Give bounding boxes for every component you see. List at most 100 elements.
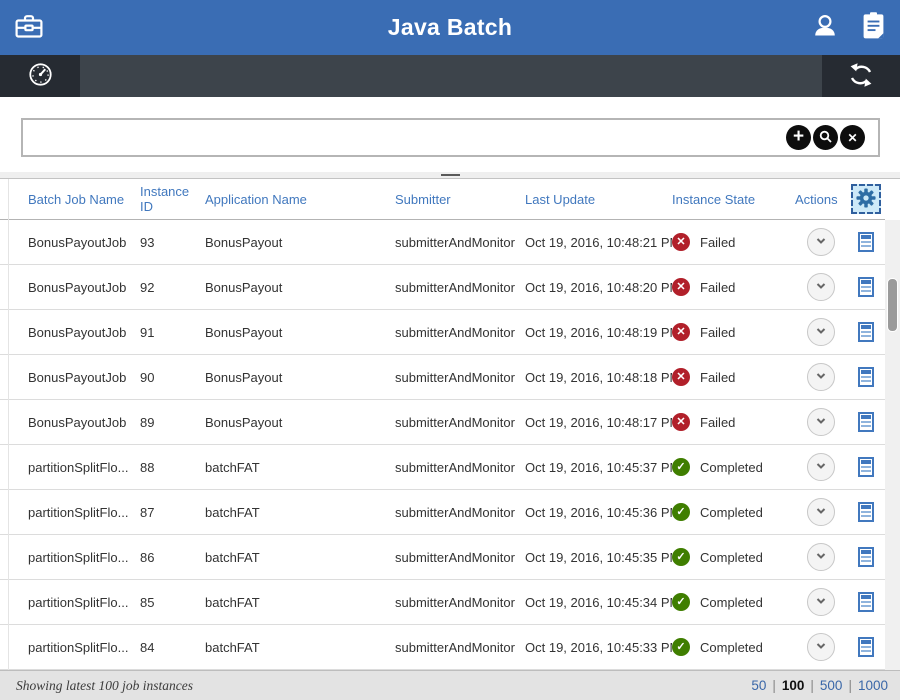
actions-dropdown-button[interactable]	[807, 363, 835, 391]
page-title: Java Batch	[0, 0, 900, 55]
view-log-button[interactable]	[858, 322, 874, 342]
chevron-down-icon	[814, 414, 828, 431]
cell-batch-job-name: partitionSplitFlo...	[0, 505, 140, 520]
scrollbar-track[interactable]	[885, 220, 900, 670]
table-left-border	[8, 179, 9, 670]
column-header-instance-id[interactable]: Instance ID	[140, 184, 205, 214]
table-row: BonusPayoutJob 91 BonusPayout submitterA…	[0, 310, 885, 355]
log-file-icon	[858, 232, 874, 252]
cell-batch-job-name: BonusPayoutJob	[0, 280, 140, 295]
view-log-button[interactable]	[858, 637, 874, 657]
state-icon: ✓	[672, 458, 690, 476]
column-header-instance-state[interactable]: Instance State	[672, 192, 795, 207]
dashboard-tab[interactable]	[0, 55, 80, 97]
cell-submitter: submitterAndMonitor	[395, 235, 525, 250]
refresh-button[interactable]	[822, 55, 900, 97]
actions-dropdown-button[interactable]	[807, 498, 835, 526]
column-header-application-name[interactable]: Application Name	[205, 192, 395, 207]
table-row: BonusPayoutJob 93 BonusPayout submitterA…	[0, 220, 885, 265]
actions-dropdown-button[interactable]	[807, 228, 835, 256]
cell-instance-id: 86	[140, 550, 205, 565]
chevron-down-icon	[814, 279, 828, 296]
actions-dropdown-button[interactable]	[807, 453, 835, 481]
table-header: Batch Job Name Instance ID Application N…	[0, 179, 885, 220]
add-filter-button[interactable]: +	[786, 125, 811, 150]
joblogs-button[interactable]	[860, 11, 887, 44]
cell-instance-id: 88	[140, 460, 205, 475]
cell-instance-state: ✓ Completed	[672, 593, 795, 611]
table-row: partitionSplitFlo... 88 batchFAT submitt…	[0, 445, 885, 490]
cell-batch-job-name: partitionSplitFlo...	[0, 640, 140, 655]
chevron-down-icon	[814, 459, 828, 476]
clear-search-button[interactable]: ✕	[840, 125, 865, 150]
view-log-button[interactable]	[858, 502, 874, 522]
table-settings-button[interactable]	[851, 184, 881, 214]
actions-dropdown-button[interactable]	[807, 588, 835, 616]
search-button[interactable]	[813, 125, 838, 150]
app-header: Java Batch	[0, 0, 900, 55]
status-text: Showing latest 100 job instances	[16, 678, 193, 694]
header-actions	[810, 0, 887, 55]
view-log-button[interactable]	[858, 547, 874, 567]
state-label: Completed	[700, 460, 763, 475]
state-icon: ✕	[672, 278, 690, 296]
cell-instance-state: ✕ Failed	[672, 323, 795, 341]
user-icon	[810, 11, 840, 44]
user-button[interactable]	[810, 11, 840, 44]
state-icon: ✓	[672, 638, 690, 656]
chevron-down-icon	[814, 594, 828, 611]
page-size-100[interactable]: 100	[782, 678, 805, 693]
column-header-submitter[interactable]: Submitter	[395, 192, 525, 207]
cell-submitter: submitterAndMonitor	[395, 640, 525, 655]
close-icon: ✕	[847, 132, 857, 144]
state-label: Completed	[700, 550, 763, 565]
state-icon: ✓	[672, 503, 690, 521]
table-body: BonusPayoutJob 93 BonusPayout submitterA…	[0, 220, 885, 670]
state-label: Failed	[700, 280, 735, 295]
state-icon: ✓	[672, 548, 690, 566]
splitter-handle[interactable]	[0, 172, 900, 179]
cell-application-name: batchFAT	[205, 640, 395, 655]
cell-instance-state: ✓ Completed	[672, 548, 795, 566]
page-size-1000[interactable]: 1000	[858, 678, 888, 693]
column-header-batch-job-name[interactable]: Batch Job Name	[0, 192, 140, 207]
cell-application-name: BonusPayout	[205, 370, 395, 385]
state-label: Completed	[700, 595, 763, 610]
state-label: Failed	[700, 415, 735, 430]
cell-instance-state: ✓ Completed	[672, 458, 795, 476]
table-row: partitionSplitFlo... 84 batchFAT submitt…	[0, 625, 885, 670]
actions-dropdown-button[interactable]	[807, 633, 835, 661]
view-log-button[interactable]	[858, 367, 874, 387]
cell-submitter: submitterAndMonitor	[395, 415, 525, 430]
chevron-down-icon	[814, 504, 828, 521]
column-header-actions[interactable]: Actions	[795, 192, 847, 207]
actions-dropdown-button[interactable]	[807, 273, 835, 301]
view-log-button[interactable]	[858, 232, 874, 252]
cell-instance-id: 87	[140, 505, 205, 520]
log-file-icon	[858, 367, 874, 387]
state-icon: ✕	[672, 233, 690, 251]
search-input[interactable]	[23, 120, 786, 155]
page-size-500[interactable]: 500	[820, 678, 843, 693]
cell-batch-job-name: BonusPayoutJob	[0, 370, 140, 385]
cell-last-update: Oct 19, 2016, 10:45:37 PM	[525, 460, 672, 475]
actions-dropdown-button[interactable]	[807, 543, 835, 571]
cell-last-update: Oct 19, 2016, 10:45:36 PM	[525, 505, 672, 520]
view-log-button[interactable]	[858, 592, 874, 612]
cell-application-name: batchFAT	[205, 595, 395, 610]
page-size-separator: |	[848, 678, 852, 693]
scrollbar-thumb[interactable]	[887, 278, 898, 332]
view-log-button[interactable]	[858, 457, 874, 477]
page-size-separator: |	[810, 678, 814, 693]
page-size-50[interactable]: 50	[751, 678, 766, 693]
cell-last-update: Oct 19, 2016, 10:48:21 PM	[525, 235, 672, 250]
actions-dropdown-button[interactable]	[807, 408, 835, 436]
log-file-icon	[858, 502, 874, 522]
cell-submitter: submitterAndMonitor	[395, 505, 525, 520]
view-log-button[interactable]	[858, 412, 874, 432]
java-batch-tool: Java Batch	[0, 0, 900, 700]
view-log-button[interactable]	[858, 277, 874, 297]
column-header-last-update[interactable]: Last Update	[525, 192, 672, 207]
actions-dropdown-button[interactable]	[807, 318, 835, 346]
cell-batch-job-name: BonusPayoutJob	[0, 235, 140, 250]
